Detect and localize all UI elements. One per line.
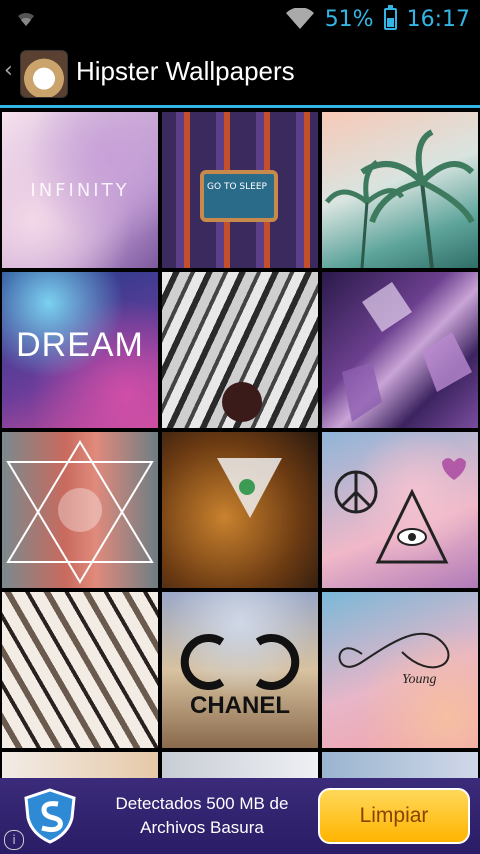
wallpaper-tile-tiger-triangle[interactable] bbox=[162, 432, 318, 588]
wallpaper-grid: INFINITY GO TO SLEEP DREAM CHANEL Young bbox=[0, 110, 480, 778]
wallpaper-tile-partial[interactable] bbox=[2, 752, 158, 778]
wifi-icon bbox=[18, 12, 34, 26]
battery-icon bbox=[383, 5, 397, 30]
wallpaper-tile-peace-eye-triangle[interactable] bbox=[322, 432, 478, 588]
ad-line2: Archivos Basura bbox=[140, 818, 264, 837]
triangle-icon bbox=[217, 458, 282, 518]
palm-icon bbox=[325, 129, 475, 268]
wallpaper-tile-tiger-roar[interactable] bbox=[162, 272, 318, 428]
info-icon[interactable]: i bbox=[4, 830, 24, 850]
chevron-left-icon[interactable]: ‹ bbox=[4, 58, 13, 83]
wifi-signal-icon bbox=[285, 8, 314, 29]
app-icon[interactable] bbox=[20, 50, 68, 98]
wallpaper-tile-tribal-pattern[interactable] bbox=[2, 592, 158, 748]
action-bar: ‹ Hipster Wallpapers bbox=[0, 38, 480, 108]
ad-text: Detectados 500 MB de Archivos Basura bbox=[92, 792, 312, 840]
crystal-icon bbox=[342, 282, 472, 422]
tile-text: GO TO SLEEP bbox=[207, 182, 267, 192]
peace-icon bbox=[334, 458, 466, 564]
wallpaper-tile-infinity-young[interactable]: Young bbox=[322, 592, 478, 748]
tv-shape bbox=[200, 170, 278, 222]
wallpaper-tile-tools-flatlay[interactable]: GO TO SLEEP bbox=[162, 112, 318, 268]
ad-banner[interactable]: Detectados 500 MB de Archivos Basura Lim… bbox=[0, 778, 480, 854]
wallpaper-tile-partial[interactable] bbox=[162, 752, 318, 778]
shield-icon bbox=[24, 788, 76, 844]
ad-line1: Detectados 500 MB de bbox=[115, 794, 289, 813]
clock: 16:17 bbox=[406, 6, 470, 32]
battery-percent: 51% bbox=[324, 6, 374, 32]
wallpaper-tile-palm-trees[interactable] bbox=[322, 112, 478, 268]
infinity-icon bbox=[338, 632, 450, 669]
tile-text: DREAM bbox=[16, 326, 144, 364]
status-bar: 51% 16:17 bbox=[0, 0, 480, 38]
wallpaper-tile-triangle-mirror[interactable] bbox=[2, 432, 158, 588]
wallpaper-tile-dream-galaxy[interactable]: DREAM bbox=[2, 272, 158, 428]
wallpaper-tile-partial[interactable] bbox=[322, 752, 478, 778]
wallpaper-tile-infinity-nebula[interactable]: INFINITY bbox=[2, 112, 158, 268]
wallpaper-tile-purple-crystals[interactable] bbox=[322, 272, 478, 428]
chanel-logo bbox=[180, 634, 300, 690]
clean-button[interactable]: Limpiar bbox=[318, 788, 470, 844]
wallpaper-tile-chanel-baroque[interactable]: CHANEL bbox=[162, 592, 318, 748]
tile-text: Young bbox=[402, 672, 437, 687]
tile-text: CHANEL bbox=[190, 692, 290, 719]
triangle-icon bbox=[6, 440, 154, 584]
tile-text: INFINITY bbox=[30, 180, 130, 201]
page-title: Hipster Wallpapers bbox=[76, 56, 295, 86]
tiger-mouth bbox=[222, 382, 262, 422]
